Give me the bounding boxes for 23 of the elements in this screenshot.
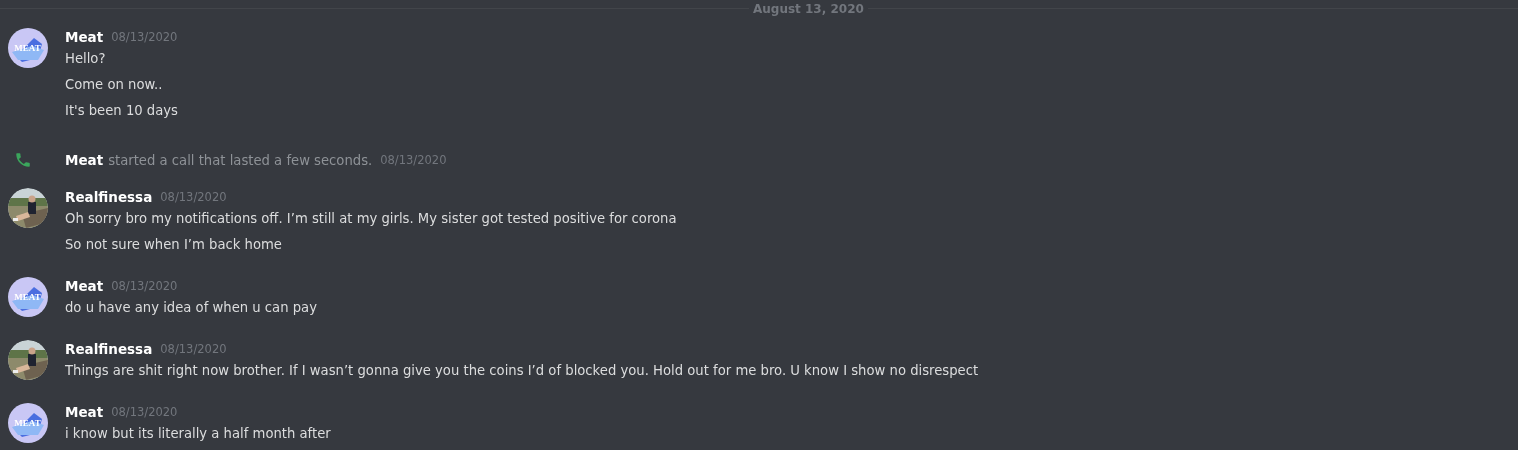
message-text: So not sure when I’m back home bbox=[65, 236, 283, 254]
timestamp: 08/13/2020 bbox=[111, 405, 178, 419]
message-text: Oh sorry bro my notifications off. I’m still at my girls. My sister got tested positive for corona bbox=[65, 210, 677, 228]
username[interactable]: Meat bbox=[65, 404, 104, 420]
username[interactable]: Meat bbox=[65, 278, 104, 294]
message-text: Come on now.. bbox=[65, 76, 164, 94]
username[interactable]: Realfinessa bbox=[65, 189, 153, 205]
message-text: Hello? bbox=[65, 50, 107, 68]
username[interactable]: Meat bbox=[65, 152, 104, 168]
call-text: started a call that lasted a few seconds. bbox=[108, 152, 373, 168]
message-text: i know but its literally a half month after bbox=[65, 425, 331, 443]
timestamp: 08/13/2020 bbox=[111, 30, 178, 44]
phone-icon bbox=[13, 151, 32, 169]
timestamp: 08/13/2020 bbox=[111, 279, 178, 293]
timestamp: 08/13/2020 bbox=[380, 153, 447, 167]
timestamp: 08/13/2020 bbox=[160, 190, 227, 204]
username[interactable]: Realfinessa bbox=[65, 341, 153, 357]
message-text: It's been 10 days bbox=[65, 102, 178, 120]
message-text: do u have any idea of when u can pay bbox=[65, 299, 317, 317]
username[interactable]: Meat bbox=[65, 29, 104, 45]
message-text: Things are shit right now brother. If I wasn’t gonna give you the coins I’d of blocked you. Hold out for me bro. U know I show no disrespect bbox=[65, 362, 979, 380]
timestamp: 08/13/2020 bbox=[160, 342, 227, 356]
date-divider-label: August 13, 2020 bbox=[749, 2, 868, 16]
